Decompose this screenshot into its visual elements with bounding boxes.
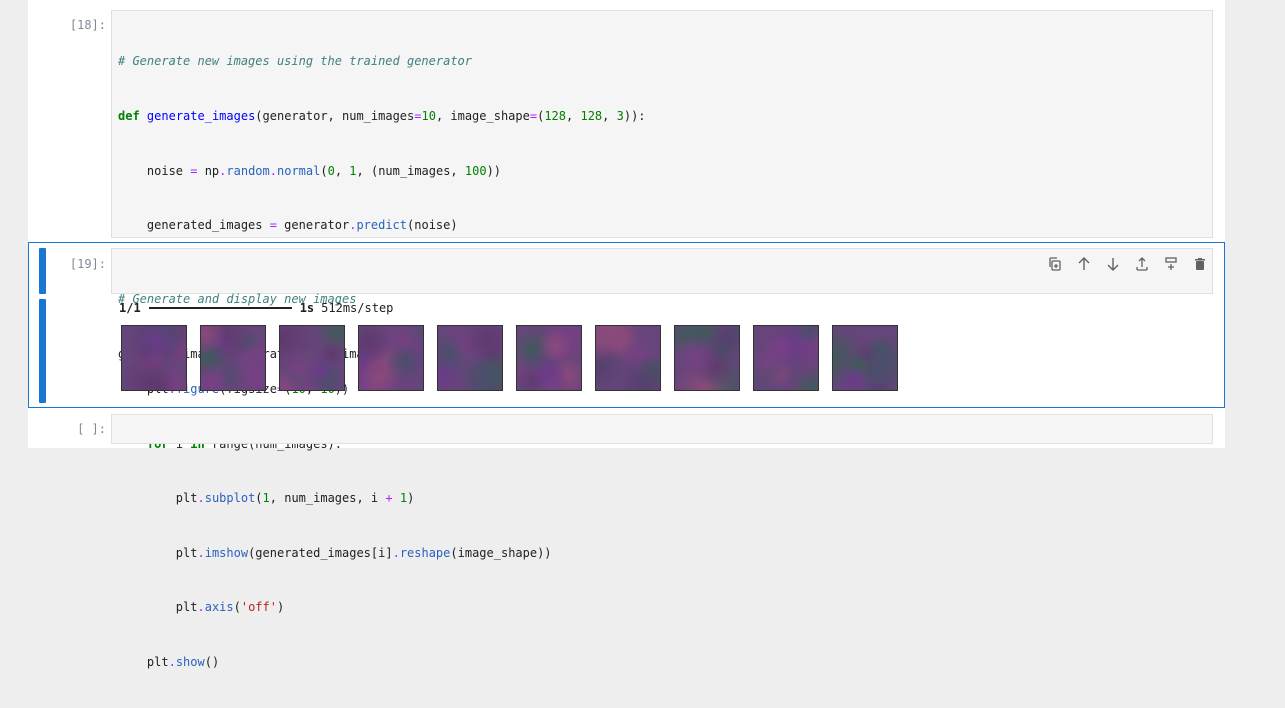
output-collapser[interactable] [39,299,46,403]
generated-image [200,325,266,391]
cell-toolbar [1043,253,1212,275]
progress-rate: 512ms/step [321,301,394,315]
code-line: def generate_images(generator, num_image… [118,109,646,123]
code-line: plt.axis('off') [118,600,285,615]
execution-count: [ ]: [77,422,106,436]
progress-output: 1/1 1s 512ms/step [119,301,393,315]
execution-count: [18]: [69,18,106,32]
generated-image [516,325,582,391]
duplicate-icon[interactable] [1043,253,1067,275]
code-line: generated_images = generator.predict(noi… [118,218,458,233]
code-line: noise = np.random.normal(0, 1, (num_imag… [118,163,502,178]
code-line: plt.show() [118,654,220,669]
generated-image [674,325,740,391]
move-up-icon[interactable] [1072,253,1096,275]
move-down-icon[interactable] [1101,253,1125,275]
code-line: plt.subplot(1, num_images, i + 1) [118,491,415,506]
generated-image [832,325,898,391]
progress-bar [148,307,292,309]
generated-image [121,325,187,391]
code-line: plt.imshow(generated_images[i].reshape(i… [118,545,552,560]
generated-image [753,325,819,391]
progress-time: 1s [299,301,315,315]
input-collapser[interactable] [39,248,46,294]
delete-icon[interactable] [1188,253,1212,275]
execution-count: [19]: [69,257,106,271]
code-cell-18[interactable]: [18]: # Generate new images using the tr… [28,0,1225,669]
generated-image [595,325,661,391]
code-line: # Generate new images using the trained … [118,54,473,69]
generated-images-output [121,325,898,391]
progress-count: 1/1 [119,301,141,315]
cell-input[interactable]: # Generate new images using the trained … [111,10,1213,669]
cell-input[interactable] [111,414,1213,444]
generated-image [279,325,345,391]
notebook-panel: [18]: # Generate new images using the tr… [28,0,1225,669]
insert-above-icon[interactable] [1130,253,1154,275]
generated-image [358,325,424,391]
code-cell-19-active[interactable]: [19]: # Generate and display new images … [28,242,1225,408]
insert-below-icon[interactable] [1159,253,1183,275]
code-cell-empty[interactable]: [ ]: [28,410,1225,448]
generated-image [437,325,503,391]
